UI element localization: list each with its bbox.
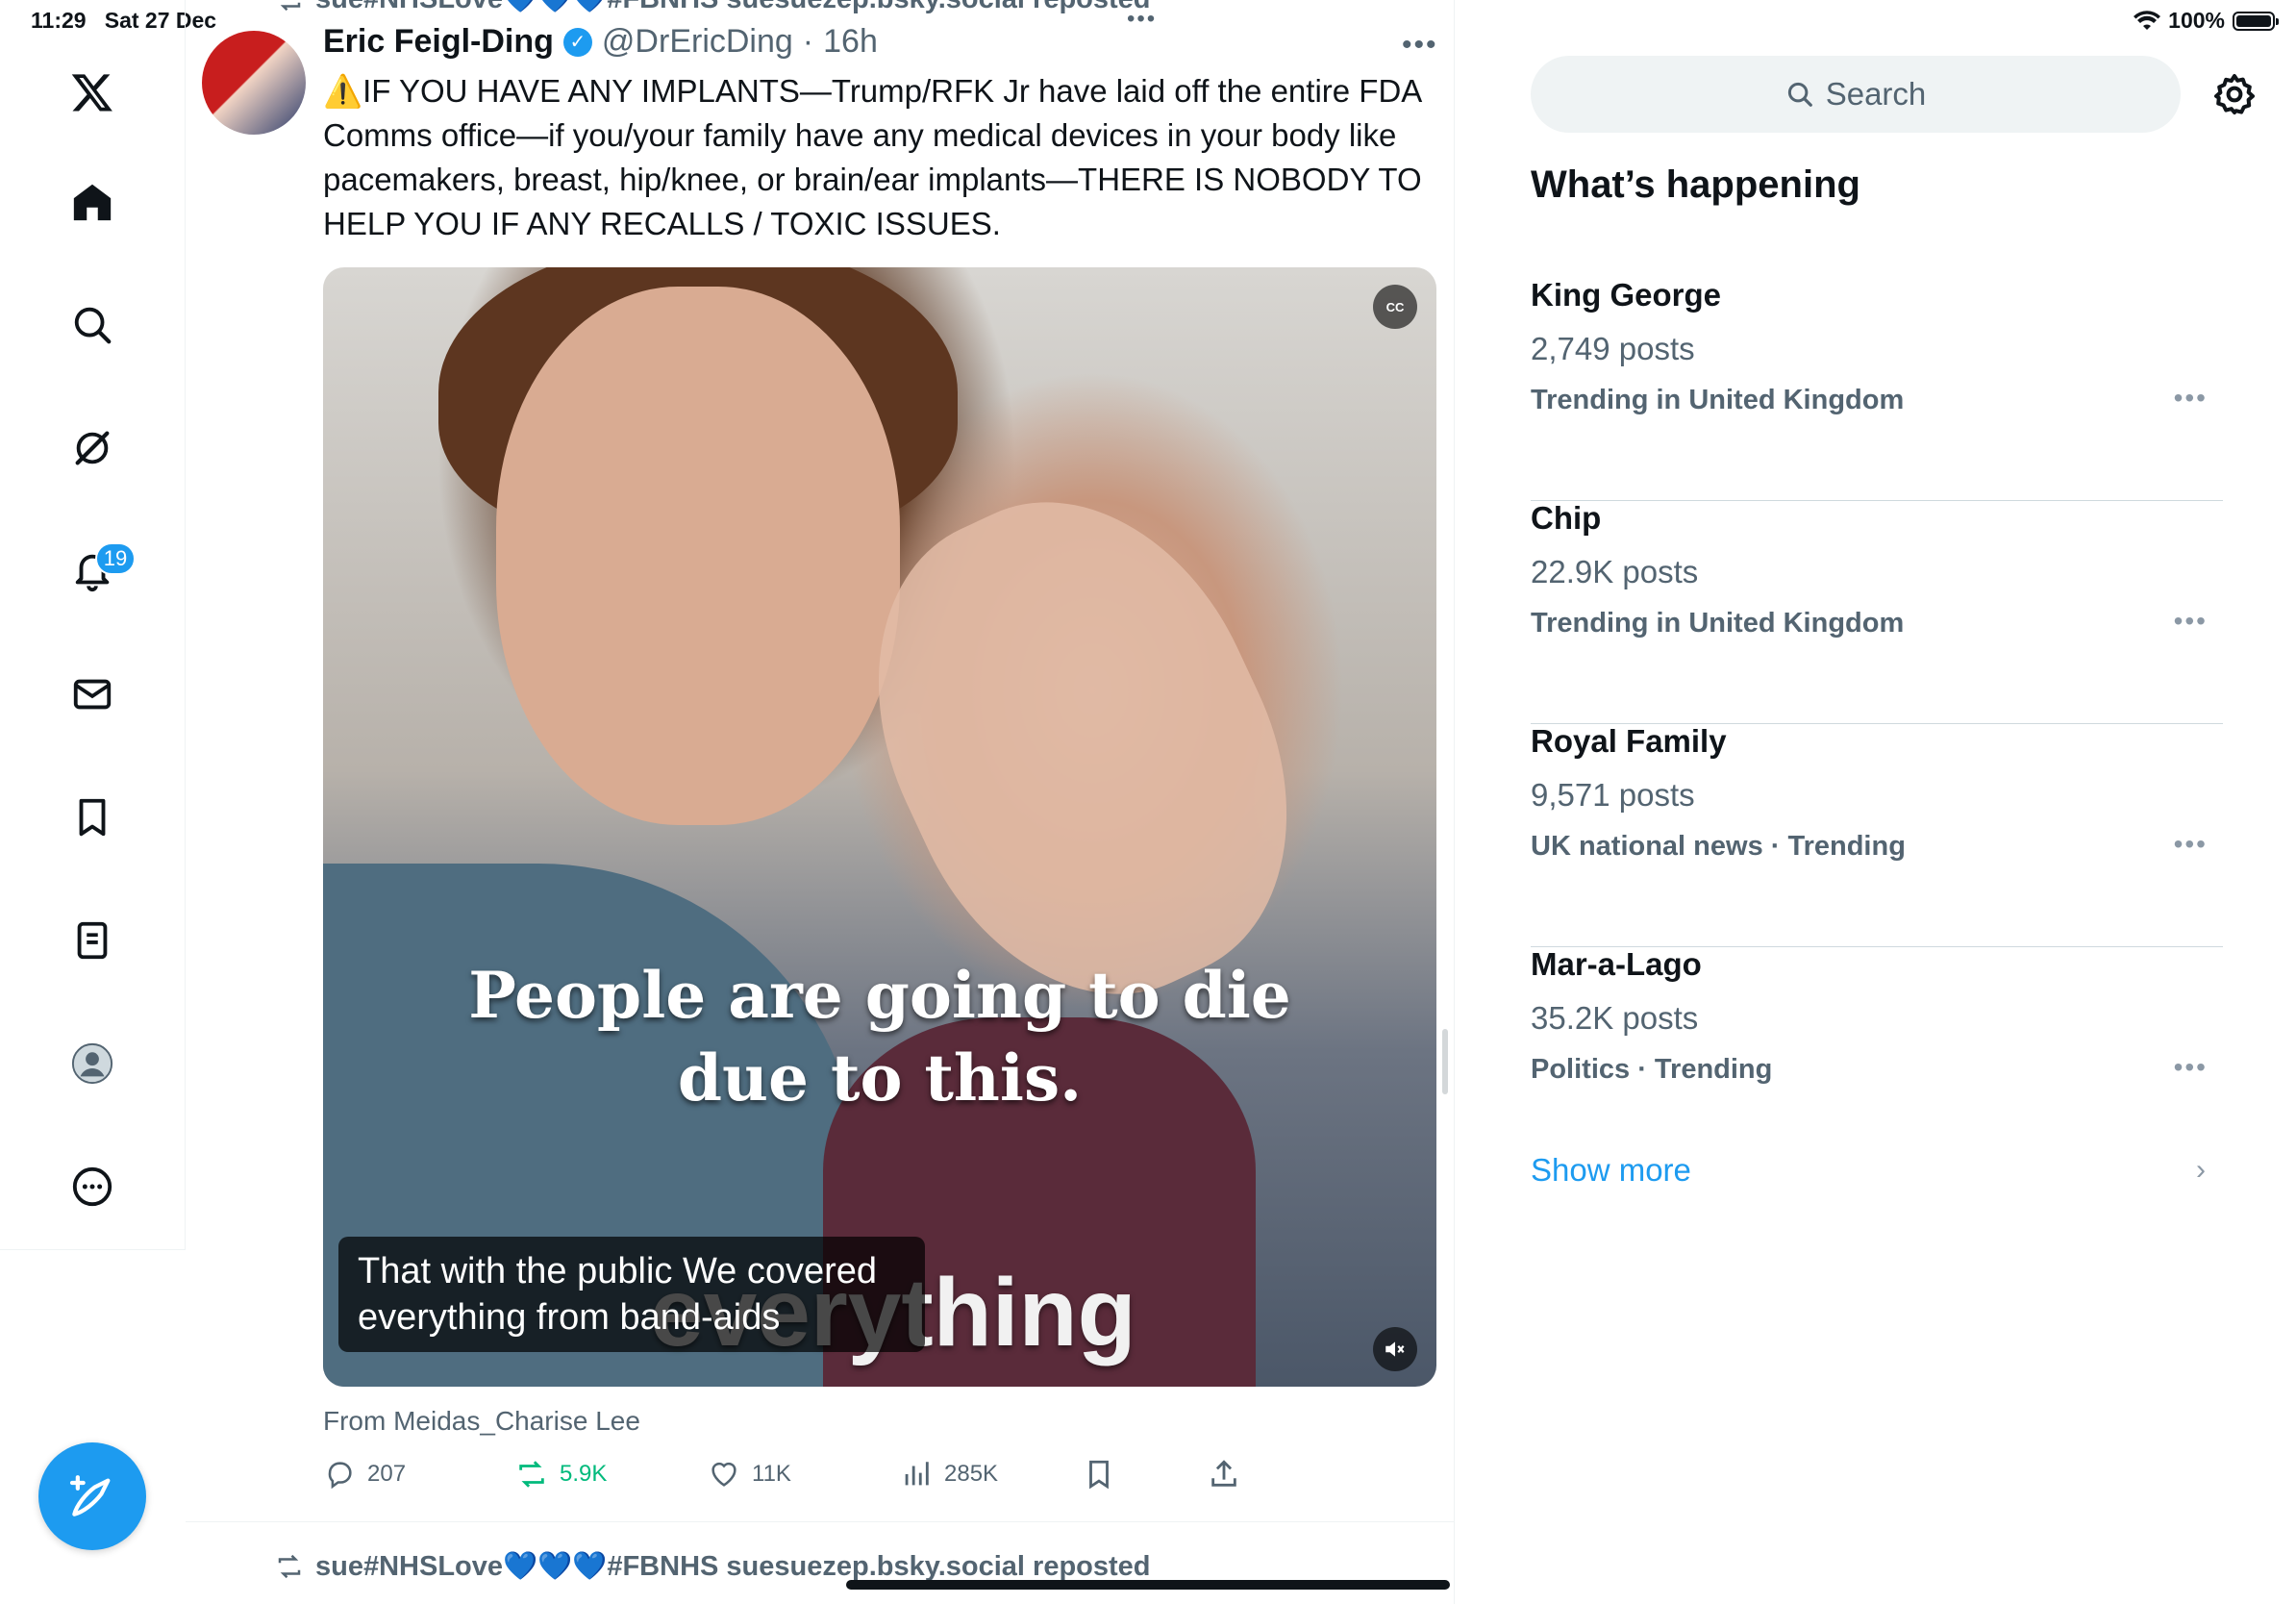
trend-more-options[interactable]: •••: [2174, 1052, 2208, 1083]
home-indicator[interactable]: [846, 1580, 1450, 1590]
share-icon: [1211, 1460, 1236, 1487]
repost-context-text: sue#NHSLove💙💙💙#FBNHS suesuezep.bsky.soci…: [315, 1551, 1151, 1582]
top-more-dots[interactable]: •••: [1127, 6, 1157, 33]
grok-icon[interactable]: [63, 419, 121, 477]
more-options-icon[interactable]: [63, 1158, 121, 1216]
trend-name: Royal Family: [1531, 723, 1727, 759]
bookmark-button[interactable]: [1083, 1458, 1115, 1491]
repost-context-text: sue#NHSLove💙💙💙#FBNHS suesuezep.bsky.soci…: [315, 0, 1151, 15]
battery-percent: 100%: [2168, 8, 2225, 33]
wifi-icon: [2134, 10, 2161, 30]
speaker-muted-icon: [1385, 1341, 1405, 1357]
tweet-time: 16h: [823, 23, 878, 60]
trend-context: UK national news · Trending: [1531, 831, 1906, 862]
tweet-divider: [186, 1521, 1455, 1522]
captions-button[interactable]: CC: [1373, 285, 1417, 329]
author-avatar[interactable]: [202, 31, 306, 135]
battery-icon: [2233, 11, 2279, 31]
views-count: 285K: [944, 1461, 999, 1487]
trend-context: Trending in United Kingdom: [1531, 385, 1905, 415]
bookmarks-icon[interactable]: [63, 789, 121, 846]
tweet-text: ⚠️IF YOU HAVE ANY IMPLANTS—Trump/RFK Jr …: [323, 73, 1422, 241]
home-icon[interactable]: [63, 173, 121, 231]
repost-small-icon: [278, 1554, 301, 1579]
trend-context: Politics · Trending: [1531, 1054, 1773, 1085]
lists-icon[interactable]: [63, 912, 121, 969]
time-separator: ·: [802, 23, 814, 60]
repost-small-icon: [280, 2, 301, 12]
share-button[interactable]: [1208, 1458, 1240, 1491]
show-more-link[interactable]: Show more: [1531, 1152, 1691, 1189]
views-bar-chart-icon: [905, 1462, 929, 1486]
scroll-indicator[interactable]: [1442, 1029, 1448, 1094]
compose-post-button[interactable]: [38, 1442, 146, 1550]
trend-item[interactable]: King George 2,749 posts Trending in Unit…: [1531, 277, 2223, 501]
left-nav: 19: [0, 0, 186, 1250]
verified-badge-icon: ✓: [562, 27, 592, 57]
tweet-more-options[interactable]: •••: [1402, 29, 1438, 62]
trend-count: 2,749 posts: [1531, 331, 1695, 366]
settings-gear-icon[interactable]: [2211, 71, 2258, 117]
trend-name: Mar-a-Lago: [1531, 946, 1702, 982]
media-attribution[interactable]: From Meidas_Charise Lee: [323, 1406, 640, 1437]
tweet-video[interactable]: CC People are going to die due to this. …: [323, 267, 1436, 1387]
search-nav-icon[interactable]: [63, 296, 121, 354]
trend-name: Chip: [1531, 500, 1602, 536]
trend-count: 9,571 posts: [1531, 777, 1695, 813]
repost-count: 5.9K: [560, 1461, 608, 1487]
video-burned-caption: People are going to die due to this.: [323, 954, 1436, 1119]
video-figure-face: [496, 287, 900, 825]
profile-avatar-icon[interactable]: [63, 1035, 121, 1092]
battery-fill: [2236, 14, 2271, 27]
tweet-author[interactable]: Eric Feigl-Ding ✓ @DrEricDing · 16h: [323, 23, 878, 61]
notifications-badge: 19: [95, 542, 136, 575]
reply-button[interactable]: 207: [323, 1458, 406, 1491]
views-button[interactable]: 285K: [900, 1458, 998, 1491]
reply-count: 207: [367, 1461, 407, 1487]
trend-count: 35.2K posts: [1531, 1000, 1699, 1036]
messages-envelope-icon[interactable]: [63, 665, 121, 723]
repost-button[interactable]: 5.9K: [515, 1458, 607, 1491]
like-count: 11K: [752, 1461, 791, 1487]
author-handle: @DrEricDing: [601, 23, 793, 60]
mute-button[interactable]: [1373, 1327, 1417, 1371]
heart-icon: [711, 1462, 736, 1487]
bookmark-icon: [1089, 1460, 1109, 1490]
trend-context: Trending in United Kingdom: [1531, 608, 1905, 639]
compose-feather-icon: [69, 1475, 111, 1516]
trend-item[interactable]: Chip 22.9K posts Trending in United King…: [1531, 500, 2223, 724]
status-indicators: 100%: [2134, 8, 2279, 34]
chevron-right-icon: ›: [2196, 1154, 2206, 1186]
search-icon: [1787, 82, 1812, 107]
trend-item[interactable]: Royal Family 9,571 posts UK national new…: [1531, 723, 2223, 947]
burned-caption-line1: People are going to die: [468, 958, 1291, 1033]
trend-count: 22.9K posts: [1531, 554, 1699, 589]
trend-item[interactable]: Mar-a-Lago 35.2K posts Politics · Trendi…: [1531, 946, 2223, 1169]
repost-context-next[interactable]: sue#NHSLove💙💙💙#FBNHS suesuezep.bsky.soci…: [275, 1550, 1151, 1583]
x-logo-icon[interactable]: [63, 63, 121, 121]
trend-more-options[interactable]: •••: [2174, 829, 2208, 860]
trend-more-options[interactable]: •••: [2174, 606, 2208, 637]
burned-caption-line2: due to this.: [677, 1040, 1083, 1115]
search-input[interactable]: Search: [1531, 56, 2181, 133]
whats-happening-title: What’s happening: [1531, 163, 1860, 206]
search-placeholder: Search: [1825, 76, 1927, 112]
author-name: Eric Feigl-Ding: [323, 23, 554, 60]
trend-more-options[interactable]: •••: [2174, 383, 2208, 414]
repost-icon: [519, 1461, 544, 1488]
like-button[interactable]: 11K: [708, 1458, 791, 1491]
trend-name: King George: [1531, 277, 1722, 313]
video-subtitle: That with the public We covered everythi…: [338, 1237, 925, 1352]
reply-icon: [328, 1462, 352, 1490]
tweet-actions: 207 5.9K 11K 285K: [323, 1458, 1304, 1496]
repost-context-top[interactable]: sue#NHSLove💙💙💙#FBNHS suesuezep.bsky.soci…: [275, 0, 1151, 15]
